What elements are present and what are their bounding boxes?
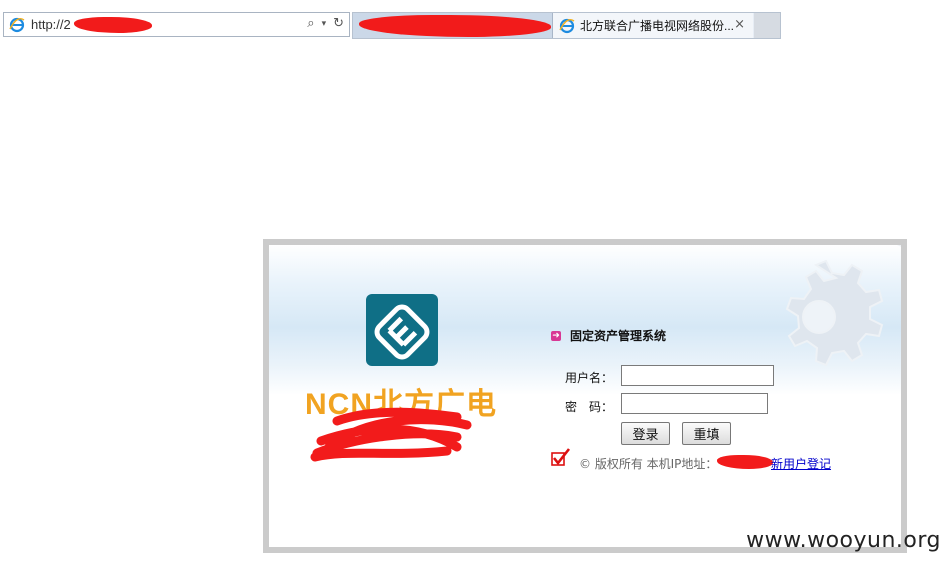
new-tab-button[interactable] bbox=[754, 13, 780, 38]
arrow-right-icon: ➜ bbox=[551, 330, 561, 341]
watermark: www.wooyun.org bbox=[746, 528, 941, 553]
dropdown-icon[interactable]: ▾ bbox=[322, 17, 327, 31]
tab-title: 北方联合广播电视网络股份... bbox=[580, 19, 735, 33]
search-icon[interactable]: ⌕ bbox=[307, 17, 314, 31]
tab-active[interactable]: 北方联合广播电视网络股份... × bbox=[553, 13, 753, 38]
redaction-mark bbox=[359, 15, 551, 37]
url-text[interactable]: http://2 bbox=[31, 17, 71, 32]
company-logo-icon bbox=[366, 294, 438, 366]
checkmark-icon bbox=[551, 448, 571, 466]
login-panel: NCN北方广电 ➜ 固定资产管理系统 用户名： 密 码： 登录 重填 © 版权所… bbox=[263, 239, 907, 553]
login-button[interactable]: 登录 bbox=[621, 422, 670, 445]
refresh-icon[interactable]: ↻ bbox=[333, 17, 344, 31]
username-label: 用户名： bbox=[565, 371, 614, 385]
register-link[interactable]: 新用户登记 bbox=[771, 455, 831, 472]
ie-logo-icon bbox=[9, 17, 25, 33]
ie-logo-icon bbox=[559, 18, 575, 34]
copyright-text: © 版权所有 本机IP地址： bbox=[579, 457, 718, 471]
password-label: 密 码： bbox=[565, 400, 614, 414]
tab-strip: 北方联合广播电视网络股份... × bbox=[352, 12, 781, 39]
redaction-mark bbox=[74, 17, 152, 33]
address-bar[interactable]: http://2 ⌕ ▾ ↻ bbox=[3, 12, 350, 37]
close-icon[interactable]: × bbox=[734, 17, 745, 32]
system-title: 固定资产管理系统 bbox=[570, 329, 667, 343]
tab-inactive[interactable] bbox=[353, 13, 553, 38]
username-input[interactable] bbox=[621, 365, 774, 386]
redaction-mark bbox=[717, 455, 773, 469]
reset-button[interactable]: 重填 bbox=[682, 422, 731, 445]
redaction-mark bbox=[310, 407, 472, 462]
system-title-row: ➜ 固定资产管理系统 bbox=[551, 327, 666, 344]
password-input[interactable] bbox=[621, 393, 768, 414]
